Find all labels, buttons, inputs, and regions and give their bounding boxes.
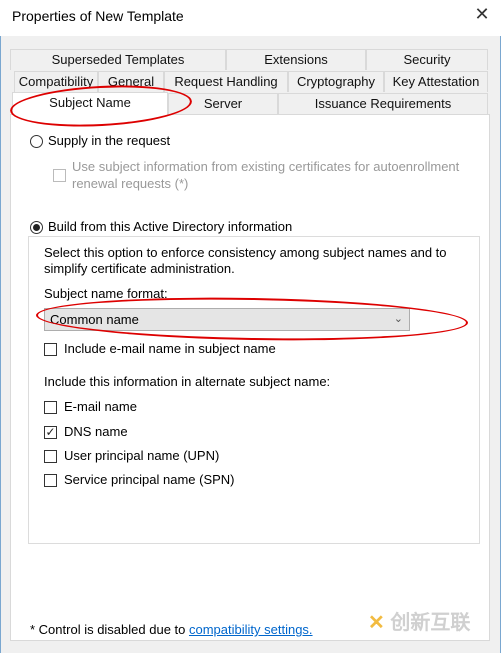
watermark-text: 创新互联 [390,612,471,634]
include-email-checkbox[interactable] [44,343,57,356]
supply-in-request-label: Supply in the request [48,133,171,148]
tab-extensions[interactable]: Extensions [226,49,366,70]
tab-superseded-templates[interactable]: Superseded Templates [10,49,226,70]
description-line-1: Select this option to enforce consistenc… [44,245,447,260]
email-name-label: E-mail name [64,399,137,414]
tab-key-attestation[interactable]: Key Attestation [384,71,488,92]
email-name-checkbox[interactable] [44,401,57,414]
spn-checkbox[interactable] [44,474,57,487]
tab-issuance-requirements[interactable]: Issuance Requirements [278,93,488,114]
tab-cryptography[interactable]: Cryptography [288,71,384,92]
autoenroll-label: Use subject information from existing ce… [72,159,460,174]
window-title: Properties of New Template [12,8,184,24]
compatibility-settings-link[interactable]: compatibility settings. [189,622,313,637]
supply-in-request-radio[interactable] [30,135,43,148]
dns-name-label: DNS name [64,424,128,439]
tab-security[interactable]: Security [366,49,488,70]
build-from-ad-label: Build from this Active Directory informa… [48,219,296,234]
autoenroll-checkbox[interactable] [53,169,66,182]
autoenroll-label-2: renewal requests (*) [72,176,189,191]
build-ad-group [28,236,480,544]
tab-request-handling[interactable]: Request Handling [164,71,288,92]
build-from-ad-radio[interactable] [30,221,43,234]
footnote-text: * Control is disabled due to [30,622,189,637]
dns-name-checkbox[interactable]: ✓ [44,426,57,439]
footnote: * Control is disabled due to compatibili… [30,622,313,637]
alt-subject-heading: Include this information in alternate su… [44,374,331,389]
watermark-logo: ✕ 创新互联 [368,606,470,635]
close-icon[interactable]: ✕ [470,4,494,25]
spn-label: Service principal name (SPN) [64,472,235,487]
include-email-label: Include e-mail name in subject name [64,341,276,356]
description-line-2: simplify certificate administration. [44,261,235,276]
upn-label: User principal name (UPN) [64,448,220,463]
watermark-icon: ✕ [368,612,385,634]
upn-checkbox[interactable] [44,450,57,463]
title-bar: Properties of New Template ✕ [0,0,501,36]
